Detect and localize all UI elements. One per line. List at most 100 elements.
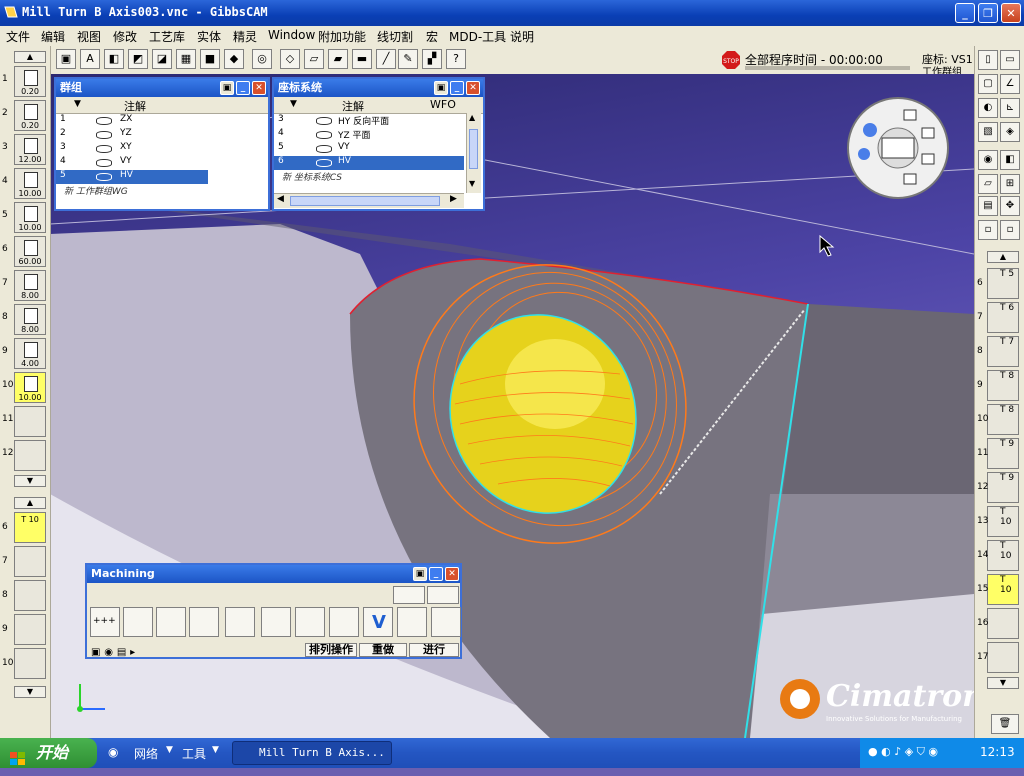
menu-edit[interactable]: 编辑: [41, 28, 65, 45]
help-cursor-icon[interactable]: ?: [446, 49, 466, 69]
mill-icon[interactable]: ◐: [978, 98, 998, 118]
view-compass[interactable]: [846, 96, 950, 200]
taskbar-item-gibbscam[interactable]: Mill Turn B Axis...: [232, 741, 392, 765]
plane-icon[interactable]: ▱: [978, 174, 998, 194]
solid-finish-button[interactable]: [295, 607, 325, 637]
right-tool-slot-16[interactable]: [987, 608, 1019, 639]
scroll-left-icon[interactable]: ◀: [277, 194, 284, 204]
right-tool-slot-11[interactable]: T 9: [987, 438, 1019, 469]
menu-view[interactable]: 视图: [77, 28, 101, 45]
tool-scroll-up-button-2[interactable]: ▲: [14, 497, 46, 509]
angle-icon[interactable]: ∠: [1000, 74, 1020, 94]
left-tool-slot-8[interactable]: 8.00: [14, 304, 46, 335]
left-tool-slot-2[interactable]: 0.20: [14, 100, 46, 131]
machining-tool-button-b[interactable]: [427, 586, 459, 604]
coord-row[interactable]: 3 HY 反向平面: [274, 114, 464, 128]
solid-box-icon[interactable]: ◧: [1000, 150, 1020, 170]
group-panel-close-button[interactable]: ✕: [252, 81, 266, 95]
menu-wire-edm[interactable]: 线切割: [377, 28, 413, 45]
group-row[interactable]: 3 XY: [56, 142, 268, 156]
left-tool2-slot-6[interactable]: T 10: [14, 512, 46, 543]
left-tool-slot-11[interactable]: [14, 406, 46, 437]
surface-tool-icon[interactable]: ◩: [128, 49, 148, 69]
green-plane-icon[interactable]: ▰: [328, 49, 348, 69]
loop-tool-icon[interactable]: ◎: [252, 49, 272, 69]
machining-mini-icons[interactable]: ▣ ◉ ▤ ▸: [91, 644, 139, 658]
right-scroll-down-button[interactable]: ▼: [987, 677, 1019, 689]
eye-icon[interactable]: [96, 159, 112, 167]
right-tool-slot-15[interactable]: T 10: [987, 574, 1019, 605]
machining-close-button[interactable]: ✕: [445, 567, 459, 581]
solid-color-icon[interactable]: ■: [200, 49, 220, 69]
taskbar-network[interactable]: 网络: [134, 745, 158, 762]
taskbar-tools[interactable]: 工具: [182, 745, 206, 762]
left-tool-slot-1[interactable]: 0.20: [14, 66, 46, 97]
menu-help[interactable]: 说明: [510, 28, 534, 45]
snap-tool-icon[interactable]: ▞: [422, 49, 442, 69]
coord-horizontal-scrollbar[interactable]: ◀ ▶: [274, 193, 464, 208]
right-tool-slot-6[interactable]: T 5: [987, 268, 1019, 299]
right-tool-slot-14[interactable]: T 10: [987, 540, 1019, 571]
menu-plugins[interactable]: 附加功能: [318, 28, 366, 45]
arrange-ops-button[interactable]: 排列操作: [305, 643, 357, 657]
part-icon[interactable]: ▧: [978, 122, 998, 142]
start-button[interactable]: 开始: [0, 738, 97, 768]
eye-icon[interactable]: [316, 145, 332, 153]
menu-macro[interactable]: 宏: [426, 28, 438, 45]
machining-pin-button[interactable]: ▣: [413, 567, 427, 581]
network-icon[interactable]: ◉: [108, 745, 118, 759]
coord-row[interactable]: 6 HV: [274, 156, 464, 170]
left-tool-slot-12[interactable]: [14, 440, 46, 471]
right-tool-slot-13[interactable]: T 10: [987, 506, 1019, 537]
right-tool-slot-10[interactable]: T 8: [987, 404, 1019, 435]
left-tool-slot-7[interactable]: 8.00: [14, 270, 46, 301]
scroll-thumb[interactable]: [290, 196, 440, 206]
eye-icon[interactable]: [96, 145, 112, 153]
layer-icon[interactable]: ▤: [978, 196, 998, 216]
group-row[interactable]: 2 YZ: [56, 128, 268, 142]
right-tool-slot-8[interactable]: T 7: [987, 336, 1019, 367]
contour-process-button[interactable]: [123, 607, 153, 637]
coord-panel-close-button[interactable]: ✕: [466, 81, 480, 95]
right-scroll-up-button[interactable]: ▲: [987, 251, 1019, 263]
left-tool-slot-3[interactable]: 12.00: [14, 134, 46, 165]
maximize-button[interactable]: ❐: [978, 3, 998, 23]
coord-row[interactable]: 5 VY: [274, 142, 464, 156]
cube-icon[interactable]: ◈: [1000, 122, 1020, 142]
yellow-tool-icon[interactable]: ▬: [352, 49, 372, 69]
render-wireframe-icon[interactable]: ▣: [56, 49, 76, 69]
shade-tool-icon[interactable]: ◪: [152, 49, 172, 69]
menu-mdd-tools[interactable]: MDD-工具: [449, 28, 506, 45]
stop-icon[interactable]: STOP: [722, 51, 740, 69]
select-icon[interactable]: ▢: [978, 74, 998, 94]
group-row[interactable]: 4 VY: [56, 156, 268, 170]
eye-icon[interactable]: [96, 117, 112, 125]
pick-tool-icon[interactable]: ✎: [398, 49, 418, 69]
tool-scroll-down-button[interactable]: ▼: [14, 475, 46, 487]
redo-button[interactable]: 重做: [359, 643, 407, 657]
minimize-button[interactable]: _: [955, 3, 975, 23]
scroll-up-icon[interactable]: ▲: [469, 113, 475, 122]
menu-solid[interactable]: 实体: [197, 28, 221, 45]
pocket-process-button[interactable]: [156, 607, 186, 637]
grid-icon[interactable]: ⊞: [1000, 174, 1020, 194]
mini-icon-a[interactable]: ▣: [91, 647, 100, 658]
group-row[interactable]: 5 HV: [56, 170, 208, 184]
left-tool-slot-6[interactable]: 60.00: [14, 236, 46, 267]
menu-process-library[interactable]: 工艺库: [149, 28, 185, 45]
close-button[interactable]: ✕: [1001, 3, 1021, 23]
sort-down-icon[interactable]: ▼: [74, 99, 81, 109]
group-new-row[interactable]: 新 工作群组WG: [56, 184, 268, 198]
right-tool-slot-17[interactable]: [987, 642, 1019, 673]
verify-button[interactable]: V: [363, 607, 393, 637]
hole-process-button[interactable]: +++: [90, 607, 120, 637]
menu-window[interactable]: Window: [268, 28, 315, 42]
eye-icon[interactable]: [96, 173, 112, 181]
machining-tool-button-a[interactable]: [393, 586, 425, 604]
tool-scroll-down-button-2[interactable]: ▼: [14, 686, 46, 698]
group-panel-pin-button[interactable]: ▣: [220, 81, 234, 95]
left-tool2-slot-10[interactable]: [14, 648, 46, 679]
box-tool-icon[interactable]: ◧: [104, 49, 124, 69]
coord-row[interactable]: 4 YZ 平面: [274, 128, 464, 142]
network-arrow-icon[interactable]: ▼: [166, 745, 173, 755]
